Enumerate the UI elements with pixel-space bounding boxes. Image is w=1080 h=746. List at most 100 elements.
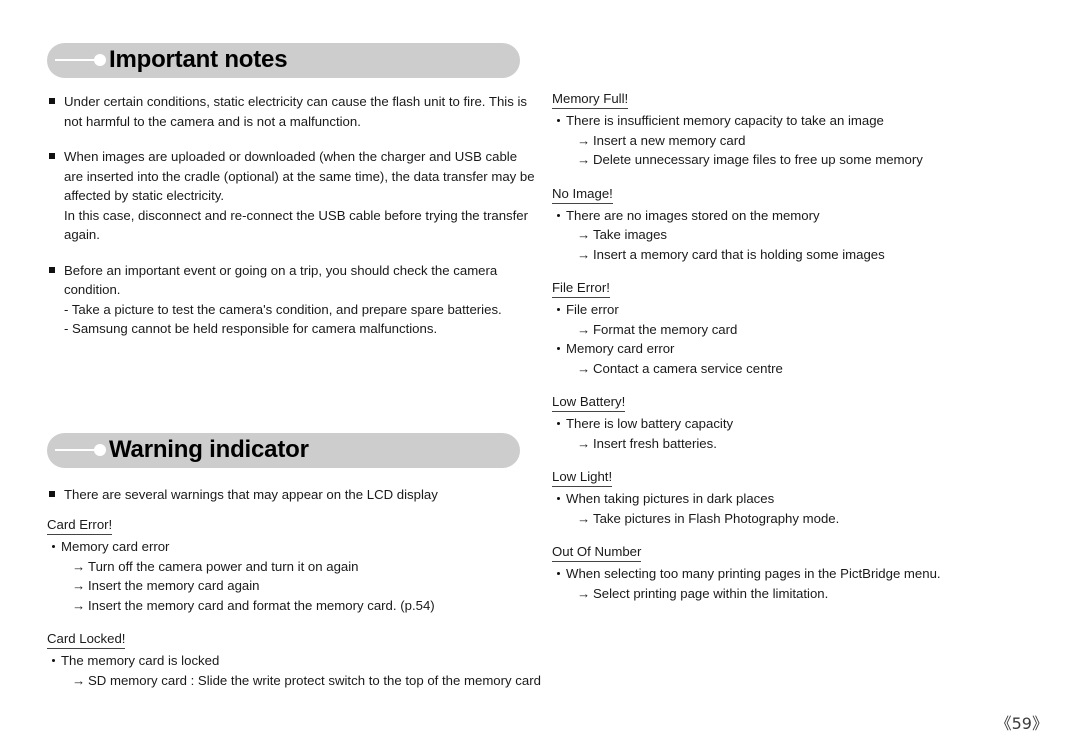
note-bullet-line: - Samsung cannot be held responsible for…: [64, 321, 438, 336]
square-bullet-icon: [49, 98, 55, 104]
warning-remedy-text: Insert a memory card that is holding som…: [593, 246, 885, 262]
warning-cause-row: Memory card error: [47, 537, 547, 557]
warning-section-title: Memory Full!: [552, 90, 629, 109]
warning-section-title: Low Light!: [552, 468, 613, 487]
warning-remedy-text: Insert fresh batteries.: [593, 435, 717, 451]
note-bullet-line: There are several warnings that may appe…: [64, 487, 438, 502]
pill-line-dot-icon-2: [47, 433, 109, 468]
arrow-right-icon: →: [577, 227, 591, 242]
dot-bullet-icon: [557, 572, 560, 575]
arrow-right-icon: →: [577, 321, 591, 337]
dot-bullet-icon: [557, 497, 560, 500]
warning-cause-text: There is low battery capacity: [566, 416, 734, 431]
dot-bullet-icon: [52, 545, 55, 548]
warning-cause-text: File error: [566, 302, 619, 317]
note-bullet-line: affected by static electricity.: [64, 188, 225, 203]
pill-line-dot-icon: [47, 43, 109, 78]
warning-cause-row: Memory card error: [552, 339, 1022, 359]
section-title-important-notes: Important notes: [109, 45, 288, 73]
warning-cause-text: When selecting too many printing pages i…: [566, 566, 941, 581]
warning-cause-text: Memory card error: [61, 539, 170, 554]
warning-remedy-row: → Insert fresh batteries.: [552, 434, 1022, 454]
warning-section: Low Battery! There is low battery capacit…: [552, 392, 1022, 453]
warning-cause-row: The memory card is locked: [47, 651, 547, 671]
note-bullet-line: are inserted into the cradle (optional) …: [64, 168, 535, 184]
warning-remedy-text: Format the memory card: [593, 321, 738, 337]
warning-remedy-text: Delete unnecessary image files to free u…: [593, 152, 923, 167]
arrow-right-icon: →: [577, 435, 591, 451]
warning-remedy-text: Select printing page within the limitati…: [593, 585, 829, 601]
warning-section-title: Card Error!: [47, 516, 113, 535]
warning-cause-text: There is insufficient memory capacity to…: [566, 113, 884, 128]
warning-left-sections: Card Error! Memory card error → Turn off th…: [47, 515, 547, 704]
warning-remedy-text: Insert a new memory card: [593, 132, 746, 148]
warning-cause-row: When taking pictures in dark places: [552, 489, 1022, 509]
arrow-right-icon: →: [72, 597, 86, 613]
note-bullet-line: not harmful to the camera and is not a m…: [64, 113, 361, 129]
warning-remedy-row: → Insert the memory card and format the m…: [47, 596, 547, 616]
square-bullet-icon: [49, 491, 55, 497]
warning-remedy-row: → Take images: [552, 225, 1022, 245]
warning-section-title: File Error!: [552, 279, 610, 298]
warning-remedy-text: Insert the memory card and format the me…: [88, 597, 435, 613]
warning-remedy-row: → Select printing page within the limitat…: [552, 584, 1022, 604]
warning-remedy-text: Contact a camera service centre: [593, 360, 783, 376]
arrow-right-icon: →: [72, 672, 86, 688]
warning-cause-row: There is insufficient memory capacity to…: [552, 111, 1022, 131]
warning-remedy-text: Turn off the camera power and turn it on…: [88, 558, 359, 574]
warning-remedy-text: Take pictures in Flash Photography mode.: [593, 510, 840, 526]
arrow-right-icon: →: [577, 585, 591, 601]
warning-remedy-row: → Insert a new memory card: [552, 131, 1022, 151]
warning-cause-text: When taking pictures in dark places: [566, 491, 775, 506]
note-bullet: When images are uploaded or downloaded (…: [47, 147, 547, 245]
note-bullet-line: Under certain conditions, static electri…: [64, 94, 527, 109]
arrow-right-icon: →: [577, 510, 591, 526]
note-bullet-line: In this case, disconnect and re-connect …: [64, 207, 529, 223]
warning-cause-row: There are no images stored on the memory: [552, 206, 1022, 226]
warning-section-title: Low Battery!: [552, 393, 626, 412]
section-header-important-notes: Important notes: [47, 43, 520, 78]
warning-remedy-row: → Turn off the camera power and turn it o…: [47, 557, 547, 577]
warning-section-title: Out Of Number: [552, 543, 642, 562]
pill-dot: [94, 54, 106, 66]
arrow-right-icon: →: [577, 360, 591, 376]
warning-cause-text: There are no images stored on the memory: [566, 207, 820, 223]
dot-bullet-icon: [557, 119, 560, 122]
pill-dot-2: [94, 444, 106, 456]
important-notes-body: Under certain conditions, static electri…: [47, 92, 547, 355]
note-bullet-line: When images are uploaded or downloaded (…: [64, 149, 518, 164]
warning-remedy-row: → Contact a camera service centre: [552, 359, 1022, 379]
arrow-right-icon: →: [72, 578, 86, 593]
dot-bullet-icon: [557, 347, 560, 350]
warning-cause-text: The memory card is locked: [61, 653, 220, 668]
arrow-right-icon: →: [577, 152, 591, 167]
warning-cause-row: File error: [552, 300, 1022, 320]
arrow-right-icon: →: [577, 246, 591, 262]
section-title-warning-indicator: Warning indicator: [109, 435, 309, 463]
warning-remedy-text: Take images: [593, 227, 668, 242]
note-bullet-line: condition.: [64, 282, 121, 297]
dot-bullet-icon: [557, 213, 560, 217]
arrow-right-icon: →: [72, 558, 86, 574]
warning-remedy-row: → Delete unnecessary image files to free …: [552, 150, 1022, 170]
note-bullet: There are several warnings that may appe…: [47, 485, 547, 505]
dot-bullet-icon: [52, 659, 55, 662]
warning-section: Low Light! When taking pictures in dark p…: [552, 467, 1022, 528]
warning-cause-text: Memory card error: [566, 341, 675, 356]
arrow-right-icon: →: [577, 132, 591, 148]
note-bullet: Before an important event or going on a …: [47, 261, 547, 339]
warning-section: Card Error! Memory card error → Turn off th…: [47, 515, 547, 615]
warning-remedy-row: → Insert the memory card again: [47, 576, 547, 596]
warning-remedy-row: → Insert a memory card that is holding so…: [552, 245, 1022, 265]
note-bullet-line: - Take a picture to test the camera's co…: [64, 301, 502, 317]
warning-section: Out Of Number When selecting too many pri…: [552, 542, 1022, 603]
note-bullet: Under certain conditions, static electri…: [47, 92, 547, 131]
warning-section: Memory Full! There is insufficient memory…: [552, 89, 1022, 170]
note-bullet-line: again.: [64, 227, 100, 242]
warning-section: Card Locked! The memory card is locked → SD…: [47, 629, 547, 690]
warning-section-title: No Image!: [552, 185, 613, 204]
warning-cause-row: There is low battery capacity: [552, 414, 1022, 434]
warning-right-sections: Memory Full! There is insufficient memory…: [552, 89, 1022, 617]
warning-remedy-row: → Take pictures in Flash Photography mode…: [552, 509, 1022, 529]
note-bullet-line: Before an important event or going on a …: [64, 262, 498, 278]
